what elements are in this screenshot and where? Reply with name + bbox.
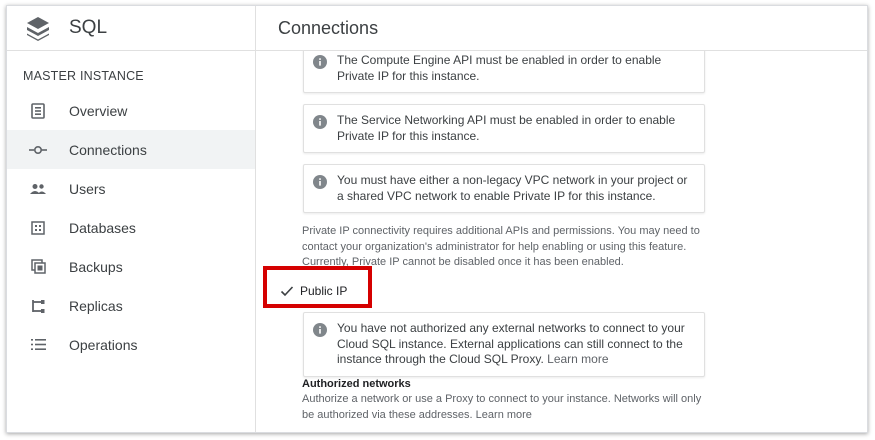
notice-body: You have not authorized any external net… [337,321,696,368]
sidebar-item-overview[interactable]: Overview [7,91,255,130]
compute-engine-api-notice: The Compute Engine API must be enabled i… [303,51,705,93]
sidebar: SQL MASTER INSTANCE Overview Connections [7,6,256,432]
product-title: SQL [69,17,108,38]
highlight-box [263,266,372,308]
no-authorized-networks-notice: You have not authorized any external net… [303,312,705,377]
authorized-networks-description: Authorize a network or use a Proxy to co… [302,392,712,423]
databases-icon [29,219,47,237]
connections-icon [29,141,47,159]
info-icon [313,115,327,129]
sidebar-item-label: Replicas [69,297,123,314]
info-icon [313,55,327,69]
page-header: Connections [256,6,867,51]
notice-text: You must have either a non-legacy VPC ne… [337,173,688,203]
sidebar-item-label: Users [69,180,106,197]
sql-logo-icon [27,17,49,41]
notice-text: The Service Networking API must be enabl… [337,113,676,143]
sidebar-item-backups[interactable]: Backups [7,247,255,286]
sidebar-item-users[interactable]: Users [7,169,255,208]
connections-content[interactable]: The Compute Engine API must be enabled i… [256,51,867,432]
vpc-network-notice: You must have either a non-legacy VPC ne… [303,164,705,213]
main-panel: Connections The Compute Engine API must … [256,6,867,432]
sidebar-item-operations[interactable]: Operations [7,325,255,364]
info-icon [313,175,327,189]
learn-more-link[interactable]: Learn more [547,352,608,366]
sidebar-item-databases[interactable]: Databases [7,208,255,247]
sidebar-nav: Overview Connections Users Databases Bac… [7,91,255,364]
sidebar-item-connections[interactable]: Connections [7,130,255,169]
page-title: Connections [278,17,379,38]
authorized-networks-heading: Authorized networks [302,378,411,390]
sidebar-item-label: Connections [69,141,147,158]
sidebar-header: SQL [7,6,255,51]
learn-more-link[interactable]: Learn more [476,409,532,421]
service-networking-api-notice: The Service Networking API must be enabl… [303,104,705,153]
overview-icon [29,102,47,120]
notice-text: You have not authorized any external net… [337,321,685,366]
notice-text: The Compute Engine API must be enabled i… [337,53,662,83]
sidebar-item-label: Databases [69,219,136,236]
private-ip-help-text: Private IP connectivity requires additio… [302,225,700,268]
users-icon [29,180,47,198]
backups-icon [29,258,47,276]
info-icon [313,323,327,337]
operations-icon [29,336,47,354]
section-label: MASTER INSTANCE [23,69,144,83]
app-window: SQL MASTER INSTANCE Overview Connections [6,5,868,433]
sidebar-item-label: Overview [69,102,128,119]
sidebar-item-replicas[interactable]: Replicas [7,286,255,325]
sidebar-item-label: Backups [69,258,123,275]
sidebar-item-label: Operations [69,336,138,353]
replicas-icon [29,297,47,315]
